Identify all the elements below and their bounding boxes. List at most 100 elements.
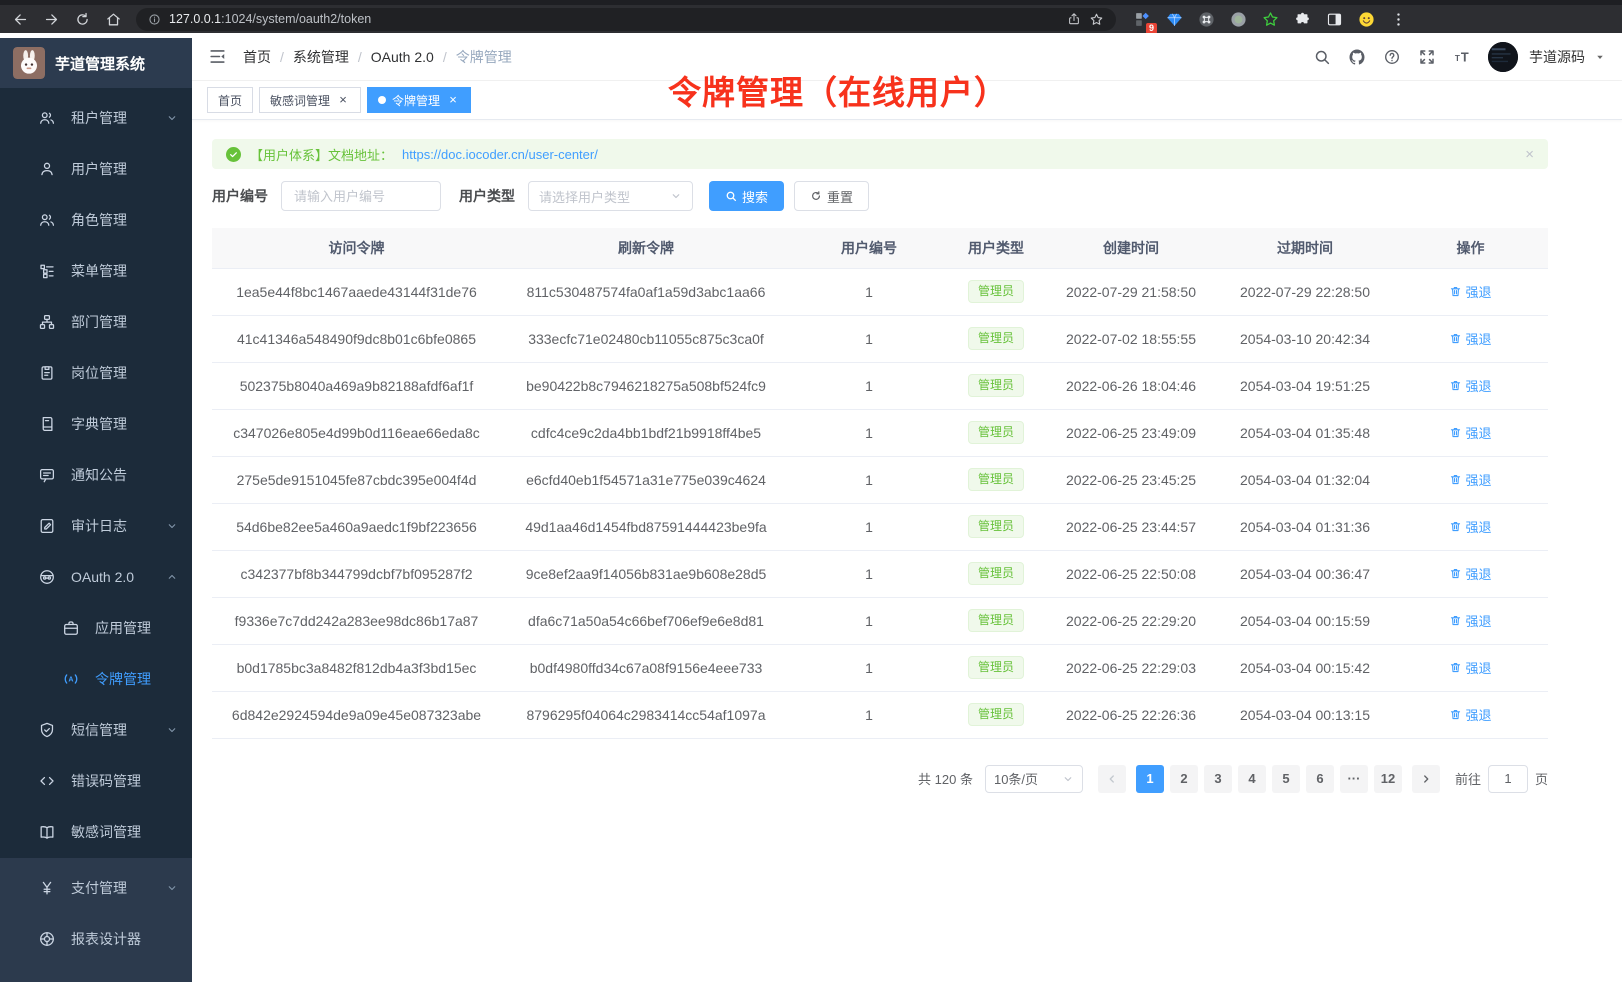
prev-page-button[interactable] — [1098, 765, 1126, 793]
tag-manager-extension-icon[interactable]: 9 — [1134, 11, 1151, 28]
force-logout-button[interactable]: 强退 — [1449, 611, 1491, 630]
site-info-icon[interactable] — [148, 13, 161, 26]
user-type-select[interactable]: 请选择用户类型 — [528, 181, 693, 211]
book-icon — [38, 823, 56, 841]
page-button-12[interactable]: 12 — [1374, 765, 1402, 793]
sidebar-item-role[interactable]: 角色管理 — [0, 194, 192, 245]
sidebar-item-oauth2-app[interactable]: 应用管理 — [0, 602, 192, 653]
created-time-cell: 2022-06-25 22:29:03 — [1045, 644, 1217, 691]
alert-doc-link[interactable]: https://doc.iocoder.cn/user-center/ — [402, 147, 598, 162]
page-button-6[interactable]: 6 — [1306, 765, 1334, 793]
tab-首页[interactable]: 首页 — [207, 87, 253, 113]
browser-forward-icon[interactable] — [43, 11, 60, 28]
sidebar-item-oauth2-token[interactable]: A令牌管理 — [0, 653, 192, 704]
browser-reload-icon[interactable] — [74, 11, 91, 28]
expire-time-cell: 2054-03-04 01:31:36 — [1217, 503, 1393, 550]
sidebar-item-report[interactable]: 报表设计器 — [0, 913, 192, 964]
sidebar-item-audit-log[interactable]: 审计日志 — [0, 500, 192, 551]
avatar[interactable] — [1488, 42, 1518, 72]
browser-back-icon[interactable] — [12, 11, 29, 28]
caret-down-icon[interactable] — [1594, 51, 1606, 63]
app-logo[interactable]: 芋道管理系统 — [0, 38, 192, 88]
force-logout-button[interactable]: 强退 — [1449, 564, 1491, 583]
sidebar-item-error-code[interactable]: 错误码管理 — [0, 755, 192, 806]
help-icon[interactable] — [1383, 48, 1401, 66]
goto-page-input[interactable] — [1488, 765, 1528, 793]
star-extension-icon[interactable] — [1262, 11, 1279, 28]
user-type-cell: 管理员 — [947, 409, 1045, 456]
sidebar-item-sms[interactable]: 短信管理 — [0, 704, 192, 755]
sidebar-item-post[interactable]: 岗位管理 — [0, 347, 192, 398]
tab-令牌管理[interactable]: 令牌管理× — [367, 87, 471, 113]
sidebar-item-label: 报表设计器 — [71, 929, 178, 949]
force-logout-button[interactable]: 强退 — [1449, 329, 1491, 348]
bookmark-star-icon[interactable] — [1089, 12, 1104, 27]
user-id-cell: 1 — [791, 409, 947, 456]
force-logout-button[interactable]: 强退 — [1449, 423, 1491, 442]
breadcrumb-item[interactable]: OAuth 2.0 — [371, 49, 434, 65]
search-icon[interactable] — [1313, 48, 1331, 66]
tab-close-icon[interactable]: × — [446, 93, 460, 107]
force-logout-button[interactable]: 强退 — [1449, 282, 1491, 301]
browser-home-icon[interactable] — [105, 11, 122, 28]
expire-time-cell: 2054-03-04 00:15:42 — [1217, 644, 1393, 691]
page-button-1[interactable]: 1 — [1136, 765, 1164, 793]
page-size-select[interactable]: 10条/页 — [985, 765, 1083, 793]
page-button-2[interactable]: 2 — [1170, 765, 1198, 793]
trash-icon — [1449, 708, 1462, 721]
alert-close-icon[interactable]: × — [1525, 147, 1534, 162]
browser-menu-icon[interactable] — [1390, 11, 1407, 28]
gem-extension-icon[interactable] — [1166, 11, 1183, 28]
user-id-cell: 1 — [791, 268, 947, 315]
tab-close-icon[interactable]: × — [336, 93, 350, 107]
page-button-5[interactable]: 5 — [1272, 765, 1300, 793]
sidebar-item-oauth2[interactable]: OAuth 2.0 — [0, 551, 192, 602]
sidebar-item-dept[interactable]: 部门管理 — [0, 296, 192, 347]
force-logout-button[interactable]: 强退 — [1449, 517, 1491, 536]
sidebar-item-menu[interactable]: 菜单管理 — [0, 245, 192, 296]
user-type-cell: 管理员 — [947, 456, 1045, 503]
sidebar-item-tenant[interactable]: 租户管理 — [0, 92, 192, 143]
sidebar-item-notice[interactable]: 通知公告 — [0, 449, 192, 500]
page-button-4[interactable]: 4 — [1238, 765, 1266, 793]
breadcrumb-item[interactable]: 系统管理 — [293, 47, 349, 67]
force-logout-button[interactable]: 强退 — [1449, 705, 1491, 724]
force-logout-button[interactable]: 强退 — [1449, 470, 1491, 489]
action-cell: 强退 — [1393, 315, 1548, 362]
user-id-input[interactable] — [281, 181, 441, 211]
address-bar[interactable]: 127.0.0.1:1024/system/oauth2/token — [136, 8, 1116, 31]
sidebar-item-dict[interactable]: 字典管理 — [0, 398, 192, 449]
table-row: 502375b8040a469a9b82188afdf6af1fbe90422b… — [212, 362, 1548, 409]
emoji-profile-icon[interactable] — [1358, 11, 1375, 28]
record-extension-icon[interactable] — [1230, 11, 1247, 28]
github-icon[interactable] — [1348, 48, 1366, 66]
sidebar-item-user[interactable]: 用户管理 — [0, 143, 192, 194]
sidebar-item-label: 字典管理 — [71, 414, 178, 434]
refresh-token-cell: 811c530487574fa0af1a59d3abc1aa66 — [501, 268, 791, 315]
sidebar-item-sensitive-word[interactable]: 敏感词管理 — [0, 806, 192, 857]
split-view-extension-icon[interactable] — [1326, 11, 1343, 28]
access-token-cell: 502375b8040a469a9b82188afdf6af1f — [212, 362, 501, 409]
created-time-cell: 2022-06-25 22:26:36 — [1045, 691, 1217, 738]
reset-button[interactable]: 重置 — [794, 181, 869, 211]
command-extension-icon[interactable] — [1198, 11, 1215, 28]
column-header: 过期时间 — [1217, 228, 1393, 268]
breadcrumb-item[interactable]: 首页 — [243, 47, 271, 67]
user-type-cell: 管理员 — [947, 362, 1045, 409]
puzzle-extensions-icon[interactable] — [1294, 11, 1311, 28]
next-page-button[interactable] — [1412, 765, 1440, 793]
force-logout-button[interactable]: 强退 — [1449, 658, 1491, 677]
font-size-icon[interactable]: TT — [1453, 48, 1471, 66]
user-type-cell: 管理员 — [947, 550, 1045, 597]
username[interactable]: 芋道源码 — [1529, 47, 1585, 67]
force-logout-button[interactable]: 强退 — [1449, 376, 1491, 395]
tab-敏感词管理[interactable]: 敏感词管理× — [259, 87, 361, 113]
sidebar-toggle-icon[interactable] — [208, 47, 227, 66]
column-header: 用户类型 — [947, 228, 1045, 268]
page-button-3[interactable]: 3 — [1204, 765, 1232, 793]
fullscreen-icon[interactable] — [1418, 48, 1436, 66]
sidebar-item-pay[interactable]: 支付管理 — [0, 862, 192, 913]
search-button[interactable]: 搜索 — [709, 181, 784, 211]
share-icon[interactable] — [1067, 12, 1081, 26]
more-pages-button[interactable]: ··· — [1340, 765, 1368, 793]
